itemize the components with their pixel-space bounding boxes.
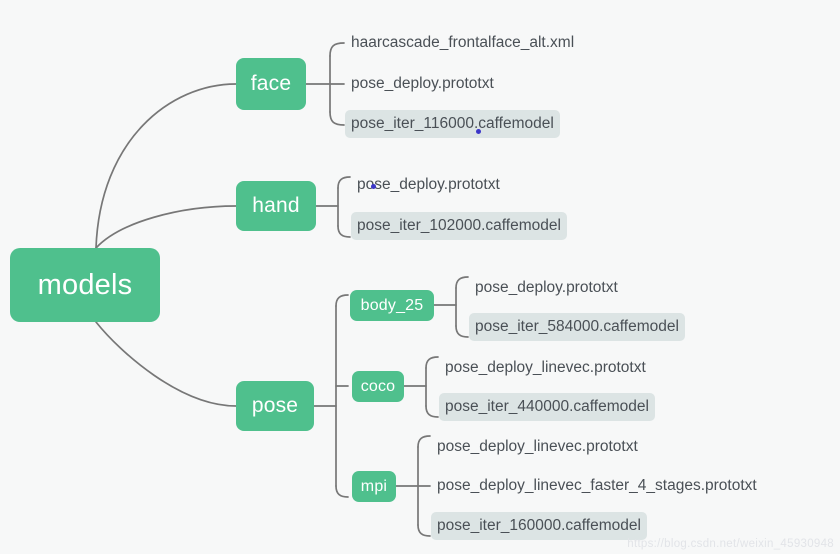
leaf-label: pose_deploy.prototxt	[351, 75, 494, 93]
leaf-label: pose_deploy_linevec.prototxt	[437, 438, 638, 456]
leaf-item[interactable]: pose_deploy_linevec.prototxt	[439, 356, 652, 380]
leaf-item[interactable]: pose_deploy.prototxt	[469, 276, 624, 300]
root-node-label: models	[37, 268, 133, 301]
leaf-item[interactable]: pose_iter_116000.caffemodel	[345, 110, 560, 138]
group-node-label: coco	[360, 377, 396, 395]
group-node-label: body_25	[360, 296, 424, 314]
selection-dot-icon	[476, 129, 481, 134]
group-node-coco[interactable]: coco	[352, 371, 404, 402]
leaf-label: pose_iter_116000.caffemodel	[351, 115, 554, 133]
leaf-item[interactable]: pose_deploy_linevec.prototxt	[431, 435, 644, 459]
group-node-body-25[interactable]: body_25	[350, 290, 434, 321]
leaf-item[interactable]: pose_iter_584000.caffemodel	[469, 313, 685, 341]
watermark: https://blog.csdn.net/weixin_45930948	[627, 538, 834, 550]
leaf-item[interactable]: pose_iter_102000.caffemodel	[351, 212, 567, 240]
selection-dot-icon	[371, 184, 376, 189]
branch-node-label: hand	[252, 194, 300, 217]
leaf-item[interactable]: pose_deploy_linevec_faster_4_stages.prot…	[431, 474, 763, 498]
branch-node-label: pose	[251, 394, 299, 417]
group-node-label: mpi	[360, 477, 388, 495]
leaf-label: pose_deploy_linevec.prototxt	[445, 359, 646, 377]
leaf-item[interactable]: pose_deploy.prototxt	[345, 72, 500, 96]
root-node-models[interactable]: models	[10, 248, 160, 322]
leaf-item[interactable]: pose_iter_440000.caffemodel	[439, 393, 655, 421]
leaf-label: pose_deploy.prototxt	[475, 279, 618, 297]
leaf-label: pose_iter_440000.caffemodel	[445, 398, 649, 416]
leaf-label: haarcascade_frontalface_alt.xml	[351, 34, 575, 52]
leaf-item[interactable]: haarcascade_frontalface_alt.xml	[345, 31, 580, 55]
leaf-label: pose_iter_584000.caffemodel	[475, 318, 679, 336]
group-node-mpi[interactable]: mpi	[352, 471, 396, 502]
branch-node-pose[interactable]: pose	[236, 381, 314, 431]
leaf-label: pose_deploy.prototxt	[357, 176, 500, 194]
leaf-label: pose_iter_102000.caffemodel	[357, 217, 561, 235]
leaf-label: pose_iter_160000.caffemodel	[437, 517, 641, 535]
leaf-item[interactable]: pose_iter_160000.caffemodel	[431, 512, 647, 540]
branch-node-label: face	[250, 72, 292, 95]
branch-node-hand[interactable]: hand	[236, 181, 316, 231]
leaf-label: pose_deploy_linevec_faster_4_stages.prot…	[437, 477, 757, 495]
branch-node-face[interactable]: face	[236, 58, 306, 110]
mindmap-canvas: models face haarcascade_frontalface_alt.…	[0, 0, 840, 554]
